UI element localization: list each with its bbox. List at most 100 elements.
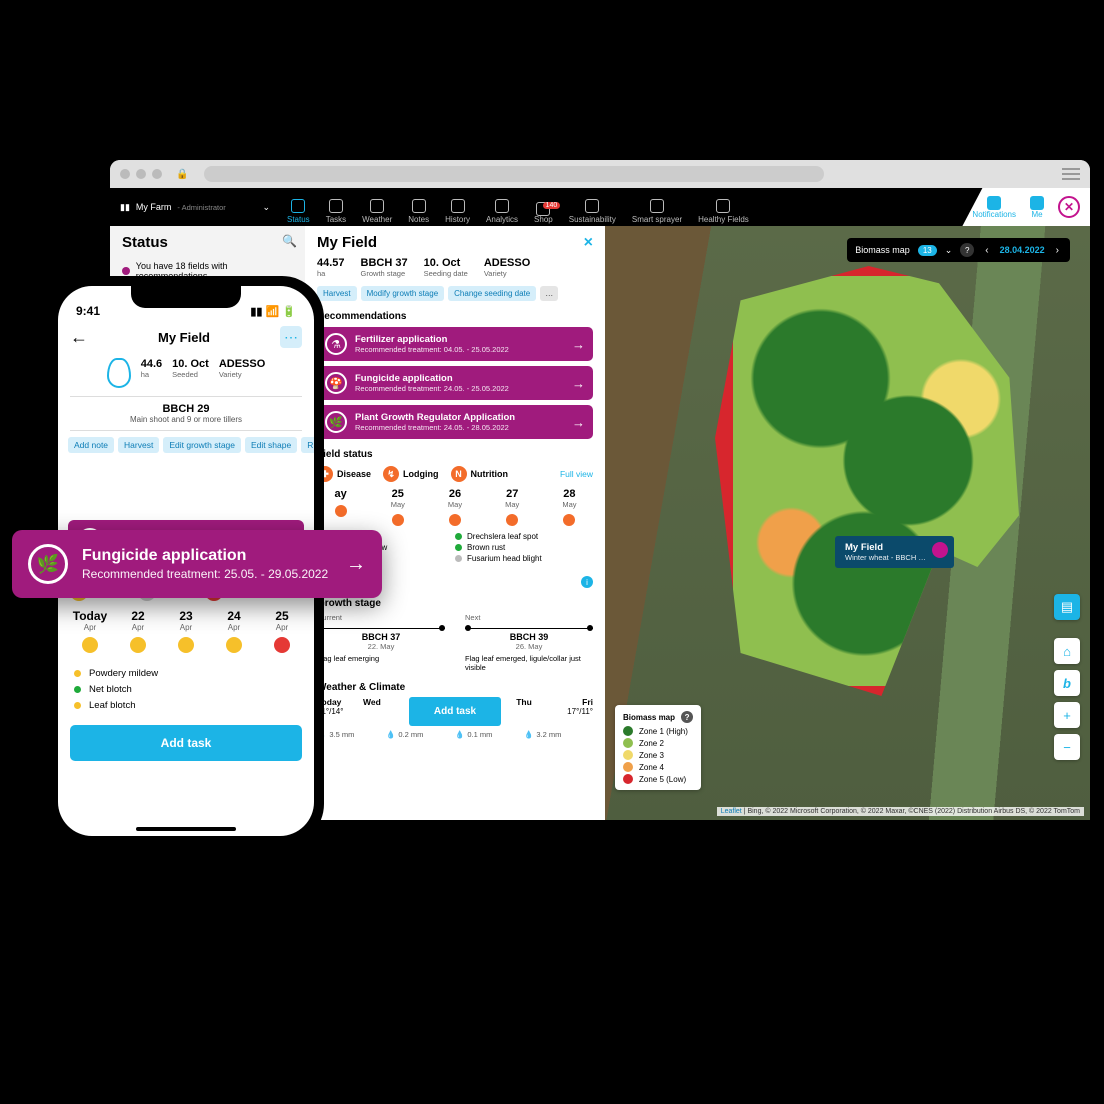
- tab-lodging[interactable]: ↯Lodging: [383, 466, 439, 482]
- nav-healthy-fields[interactable]: Healthy Fields: [691, 196, 756, 226]
- info-icon[interactable]: ?: [681, 711, 693, 723]
- map[interactable]: My Field Winter wheat - BBCH … Biomass m…: [605, 226, 1090, 820]
- chip-more-cut[interactable]: R…: [301, 437, 314, 453]
- phone-status-day[interactable]: 24Apr: [210, 609, 258, 653]
- field-detail-column: × My Field 44.57ha BBCH 37Growth stage 1…: [305, 226, 605, 820]
- chip-edit-shape[interactable]: Edit shape: [245, 437, 297, 453]
- nav-tasks[interactable]: Tasks: [319, 196, 353, 226]
- phone-legend-item: Powdery mildew: [74, 668, 298, 679]
- lock-icon: 🔒: [176, 169, 188, 180]
- tab-disease[interactable]: ✚Disease: [317, 466, 371, 482]
- chip-change-seeding[interactable]: Change seeding date: [448, 286, 536, 301]
- phone-page-title: My Field: [88, 330, 280, 345]
- phone-notch: [131, 286, 241, 308]
- reco-pgr[interactable]: 🌿Plant Growth Regulator ApplicationRecom…: [317, 405, 593, 439]
- info-icon[interactable]: i: [581, 576, 593, 588]
- tab-nutrition[interactable]: NNutrition: [451, 466, 509, 482]
- hamburger-icon[interactable]: [1062, 168, 1080, 180]
- chip-harvest[interactable]: Harvest: [118, 437, 159, 453]
- date-next-icon[interactable]: ›: [1053, 245, 1062, 256]
- field-stats: 44.57ha BBCH 37Growth stage 10. OctSeedi…: [317, 257, 593, 278]
- nav-shop[interactable]: 140Shop: [527, 199, 560, 226]
- brand-logo[interactable]: ✕: [1058, 196, 1080, 218]
- rain-row: 💧3.5 mm💧0.2 mm💧0.1 mm💧3.2 mm: [317, 730, 593, 739]
- search-icon[interactable]: 🔍: [282, 234, 297, 248]
- nav-history[interactable]: History: [438, 196, 477, 226]
- home-indicator[interactable]: [136, 827, 236, 831]
- bing-icon[interactable]: b: [1054, 670, 1080, 696]
- window-dot[interactable]: [136, 169, 146, 179]
- reco-fungicide[interactable]: 🍄Fungicide applicationRecommended treatm…: [317, 366, 593, 400]
- arrow-right-icon: →: [346, 553, 366, 576]
- zoom-in-icon[interactable]: +: [1054, 702, 1080, 728]
- more-icon[interactable]: ⋯: [280, 326, 302, 348]
- chip-modify-growth[interactable]: Modify growth stage: [361, 286, 445, 301]
- notifications-button[interactable]: Notifications: [972, 196, 1016, 219]
- close-icon[interactable]: ×: [584, 234, 593, 252]
- nav-sustainability[interactable]: Sustainability: [562, 196, 623, 226]
- window-dot[interactable]: [152, 169, 162, 179]
- droplet-icon: 💧: [524, 730, 533, 739]
- weather-icon: [370, 199, 384, 213]
- action-chips: Harvest Modify growth stage Change seedi…: [317, 286, 593, 301]
- full-view-link[interactable]: Full view: [560, 469, 593, 479]
- add-task-button[interactable]: Add task: [409, 697, 501, 726]
- status-day[interactable]: ay: [317, 488, 364, 526]
- history-icon: [451, 199, 465, 213]
- rain-value: 💧0.1 mm: [455, 730, 524, 739]
- map-field-label[interactable]: My Field Winter wheat - BBCH …: [835, 536, 954, 568]
- reco-fertilizer[interactable]: ⚗Fertilizer applicationRecommended treat…: [317, 327, 593, 361]
- status-day[interactable]: 25May: [374, 488, 421, 526]
- status-icon: [291, 199, 305, 213]
- home-icon[interactable]: ⌂: [1054, 638, 1080, 664]
- rain-value: 💧3.2 mm: [524, 730, 593, 739]
- chip-more[interactable]: …: [540, 286, 558, 301]
- nutrition-icon: N: [451, 466, 467, 482]
- help-icon[interactable]: ?: [960, 243, 974, 257]
- farm-selector[interactable]: ▮▮ My Farm - Administrator ⌄: [110, 202, 280, 213]
- callout-fungicide[interactable]: 🌿 Fungicide applicationRecommended treat…: [12, 530, 382, 598]
- sprayer-icon: [650, 199, 664, 213]
- window-dot[interactable]: [120, 169, 130, 179]
- farm-name: My Farm: [136, 202, 172, 212]
- nav-weather[interactable]: Weather: [355, 196, 399, 226]
- nav-analytics[interactable]: Analytics: [479, 196, 525, 226]
- phone-add-task-button[interactable]: Add task: [70, 725, 302, 761]
- notes-icon: [412, 199, 426, 213]
- pgr-icon: 🌿: [325, 411, 347, 433]
- nav-status[interactable]: Status: [280, 196, 317, 226]
- legend-item: Fusarium head blight: [455, 554, 593, 563]
- date-prev-icon[interactable]: ‹: [982, 245, 991, 256]
- map-date[interactable]: 28.04.2022: [1000, 245, 1045, 255]
- legend-zone: Zone 2: [623, 738, 693, 748]
- topnav-right: Notifications Me ✕: [962, 188, 1090, 226]
- phone-status-day[interactable]: 22Apr: [114, 609, 162, 653]
- status-day[interactable]: 28May: [546, 488, 593, 526]
- layers-icon[interactable]: ▤: [1054, 594, 1080, 620]
- phone-bbch-box: BBCH 29 Main shoot and 9 or more tillers: [70, 396, 302, 431]
- phone-field-stats: 44.6ha 10. OctSeeded ADESSOVariety: [58, 354, 314, 396]
- map-legend: Biomass map? Zone 1 (High)Zone 2Zone 3Zo…: [615, 705, 701, 790]
- back-icon[interactable]: ←: [70, 327, 88, 348]
- address-bar[interactable]: [204, 166, 824, 182]
- zoom-out-icon[interactable]: −: [1054, 734, 1080, 760]
- phone-status-day[interactable]: 25Apr: [258, 609, 306, 653]
- legend-item: Drechslera leaf spot: [455, 532, 593, 541]
- phone-status-day[interactable]: 23Apr: [162, 609, 210, 653]
- status-day[interactable]: 27May: [489, 488, 536, 526]
- me-button[interactable]: Me: [1030, 196, 1044, 219]
- chip-edit-growth-stage[interactable]: Edit growth stage: [163, 437, 241, 453]
- nav-smart-sprayer[interactable]: Smart sprayer: [625, 196, 689, 226]
- legend-zone: Zone 1 (High): [623, 726, 693, 736]
- chip-add-note[interactable]: Add note: [68, 437, 114, 453]
- phone-status-days: TodayApr22Apr23Apr24Apr25Apr: [58, 603, 314, 659]
- chip-harvest[interactable]: Harvest: [317, 286, 357, 301]
- phone-status-day[interactable]: TodayApr: [66, 609, 114, 653]
- status-day[interactable]: 26May: [431, 488, 478, 526]
- weather-heading: Weather & Climate: [317, 682, 593, 693]
- recommendations-heading: Recommendations: [317, 311, 593, 322]
- map-layer-selector[interactable]: Biomass map 13 ⌄ ? ‹ 28.04.2022 ›: [847, 238, 1070, 262]
- tasks-icon: [329, 199, 343, 213]
- nav-notes[interactable]: Notes: [401, 196, 436, 226]
- arrow-right-icon: →: [572, 415, 585, 430]
